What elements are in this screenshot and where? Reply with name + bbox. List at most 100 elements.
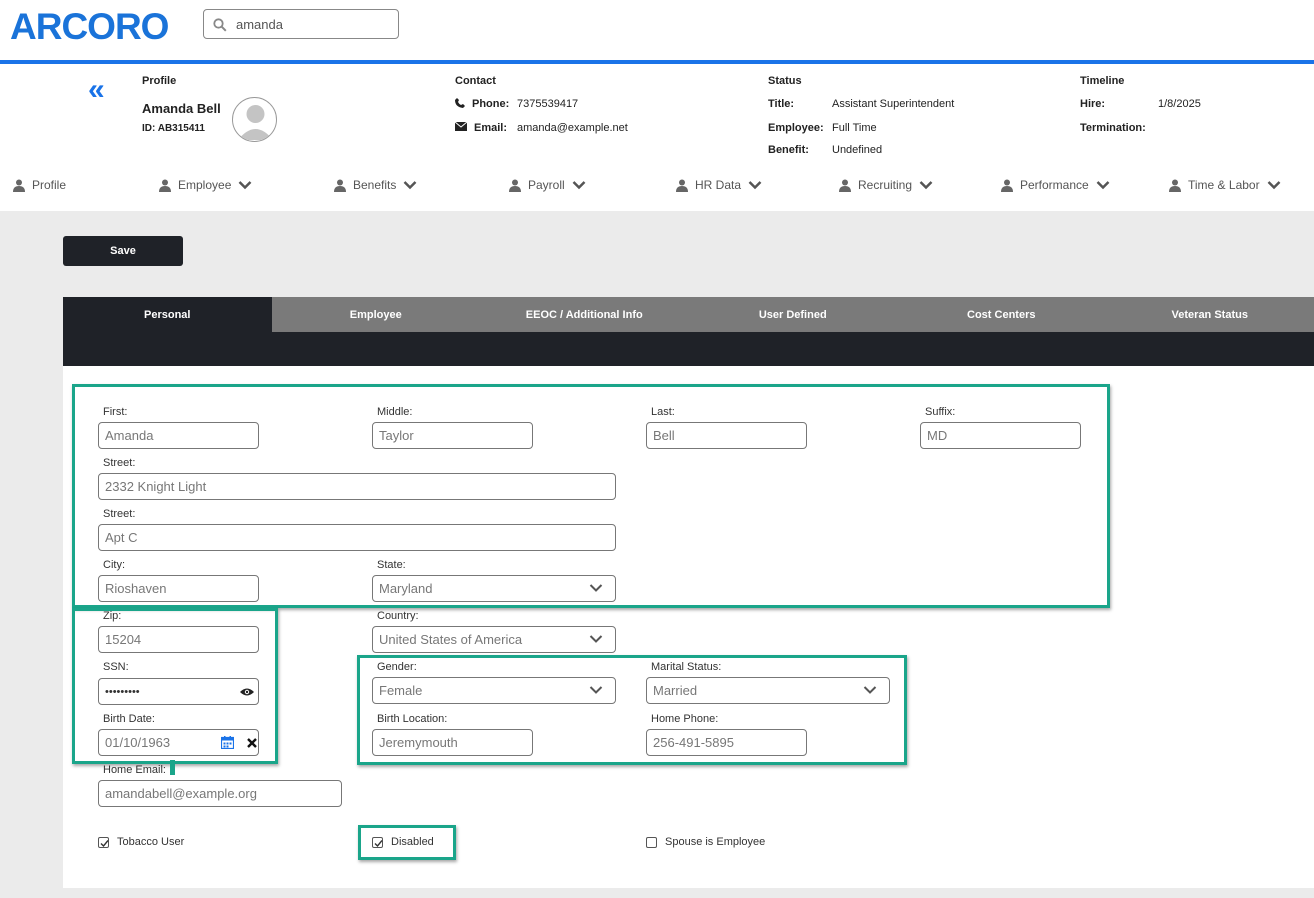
person-icon — [509, 179, 521, 192]
nav-hr-data[interactable]: HR Data — [676, 178, 762, 192]
birth-date-value: 01/10/1963 — [105, 735, 171, 750]
marital-status-label: Marital Status: — [651, 661, 722, 673]
chevron-down-icon — [748, 181, 762, 190]
chevron-down-icon — [589, 635, 603, 643]
timeline-heading: Timeline — [1080, 75, 1125, 87]
nav-label: Employee — [178, 178, 232, 192]
tobacco-user-checkbox[interactable]: Tobacco User — [98, 836, 184, 848]
ssn-masked-value: ••••••••• — [105, 685, 140, 698]
tab-eeoc[interactable]: EEOC / Additional Info — [480, 297, 689, 332]
calendar-icon[interactable] — [221, 736, 234, 749]
termination-label: Termination: — [1080, 122, 1146, 134]
employee-name: Amanda Bell — [142, 101, 221, 116]
home-phone-label: Home Phone: — [651, 713, 719, 725]
gender-select[interactable]: Female — [372, 677, 616, 704]
email-label: Email: — [474, 122, 508, 134]
contact-heading: Contact — [455, 75, 496, 87]
nav-employee[interactable]: Employee — [159, 178, 252, 192]
disabled-label: Disabled — [391, 836, 434, 848]
benefit-label: Benefit: — [768, 144, 809, 156]
chevron-down-icon — [863, 686, 877, 694]
nav-label: Profile — [32, 178, 67, 192]
employee-type-label: Employee: — [768, 122, 824, 134]
nav-label: Benefits — [353, 178, 397, 192]
birth-date-label: Birth Date: — [103, 713, 155, 725]
person-icon — [1169, 179, 1181, 192]
home-email-input[interactable] — [98, 780, 342, 807]
person-icon — [676, 179, 688, 192]
gender-label: Gender: — [377, 661, 417, 673]
checkbox-checked[interactable] — [372, 836, 383, 848]
arcoro-logo[interactable]: ARCORO — [10, 6, 169, 48]
employee-type-value: Full Time — [832, 122, 877, 134]
avatar[interactable] — [232, 97, 277, 142]
birth-location-input[interactable] — [372, 729, 533, 756]
nav-label: Time & Labor — [1188, 178, 1260, 192]
spouse-employee-checkbox[interactable]: Spouse is Employee — [646, 836, 765, 848]
tab-employee[interactable]: Employee — [272, 297, 481, 332]
eye-icon[interactable] — [240, 687, 254, 697]
person-icon — [1001, 179, 1013, 192]
phone-value: 7375539417 — [517, 98, 579, 110]
profile-heading: Profile — [142, 75, 177, 87]
ssn-input[interactable]: ••••••••• — [98, 678, 259, 705]
chevron-down-icon — [403, 181, 417, 190]
tab-personal[interactable]: Personal — [63, 297, 272, 332]
chevron-down-icon — [572, 181, 586, 190]
country-select[interactable]: United States of America — [372, 626, 616, 653]
nav-time-labor[interactable]: Time & Labor — [1169, 178, 1281, 192]
chevron-down-icon — [238, 181, 252, 190]
nav-recruiting[interactable]: Recruiting — [839, 178, 933, 192]
clear-date-icon[interactable] — [247, 738, 257, 748]
person-icon — [13, 179, 25, 192]
highlight-connector — [170, 760, 175, 775]
first-name-label: First: — [103, 406, 128, 418]
street1-label: Street: — [103, 457, 136, 469]
person-icon — [839, 179, 851, 192]
nav-benefits[interactable]: Benefits — [334, 178, 417, 192]
title-value: Assistant Superintendent — [832, 98, 955, 110]
phone-label: Phone: — [472, 98, 510, 110]
birth-location-label: Birth Location: — [377, 713, 448, 725]
zip-input[interactable] — [98, 626, 259, 653]
nav-profile[interactable]: Profile — [13, 178, 66, 192]
last-name-label: Last: — [651, 406, 675, 418]
title-label: Title: — [768, 98, 795, 110]
state-select[interactable]: Maryland — [372, 575, 616, 602]
tab-cost-centers[interactable]: Cost Centers — [897, 297, 1106, 332]
last-name-input[interactable] — [646, 422, 807, 449]
chevron-down-icon — [589, 686, 603, 694]
nav-label: Recruiting — [858, 178, 913, 192]
first-name-input[interactable] — [98, 422, 259, 449]
search-box[interactable] — [203, 9, 399, 39]
employee-id: ID: AB315411 — [142, 123, 205, 134]
hire-label: Hire: — [1080, 98, 1106, 110]
tab-user-defined[interactable]: User Defined — [689, 297, 898, 332]
checkbox-checked[interactable] — [98, 836, 109, 848]
suffix-input[interactable] — [920, 422, 1081, 449]
home-phone-input[interactable] — [646, 729, 807, 756]
checkbox-unchecked[interactable] — [646, 836, 657, 848]
email-icon — [455, 122, 467, 131]
collapse-chevrons-icon[interactable]: « — [88, 75, 105, 105]
check-icon — [100, 839, 109, 847]
nav-label: Performance — [1020, 178, 1089, 192]
marital-status-select[interactable]: Married — [646, 677, 890, 704]
nav-payroll[interactable]: Payroll — [509, 178, 586, 192]
middle-name-input[interactable] — [372, 422, 533, 449]
street2-input[interactable] — [98, 524, 616, 551]
tab-veteran-status[interactable]: Veteran Status — [1106, 297, 1314, 332]
nav-performance[interactable]: Performance — [1001, 178, 1110, 192]
spouse-employee-label: Spouse is Employee — [665, 836, 766, 848]
gender-value: Female — [379, 683, 423, 698]
country-value: United States of America — [379, 632, 523, 647]
disabled-checkbox[interactable]: Disabled — [372, 836, 434, 848]
city-input[interactable] — [98, 575, 259, 602]
nav-label: Payroll — [528, 178, 565, 192]
email-value: amanda@example.net — [517, 122, 628, 134]
status-heading: Status — [768, 75, 802, 87]
street1-input[interactable] — [98, 473, 616, 500]
save-button[interactable]: Save — [63, 236, 183, 266]
birth-date-input[interactable]: 01/10/1963 — [98, 729, 259, 756]
search-input[interactable] — [234, 14, 392, 34]
